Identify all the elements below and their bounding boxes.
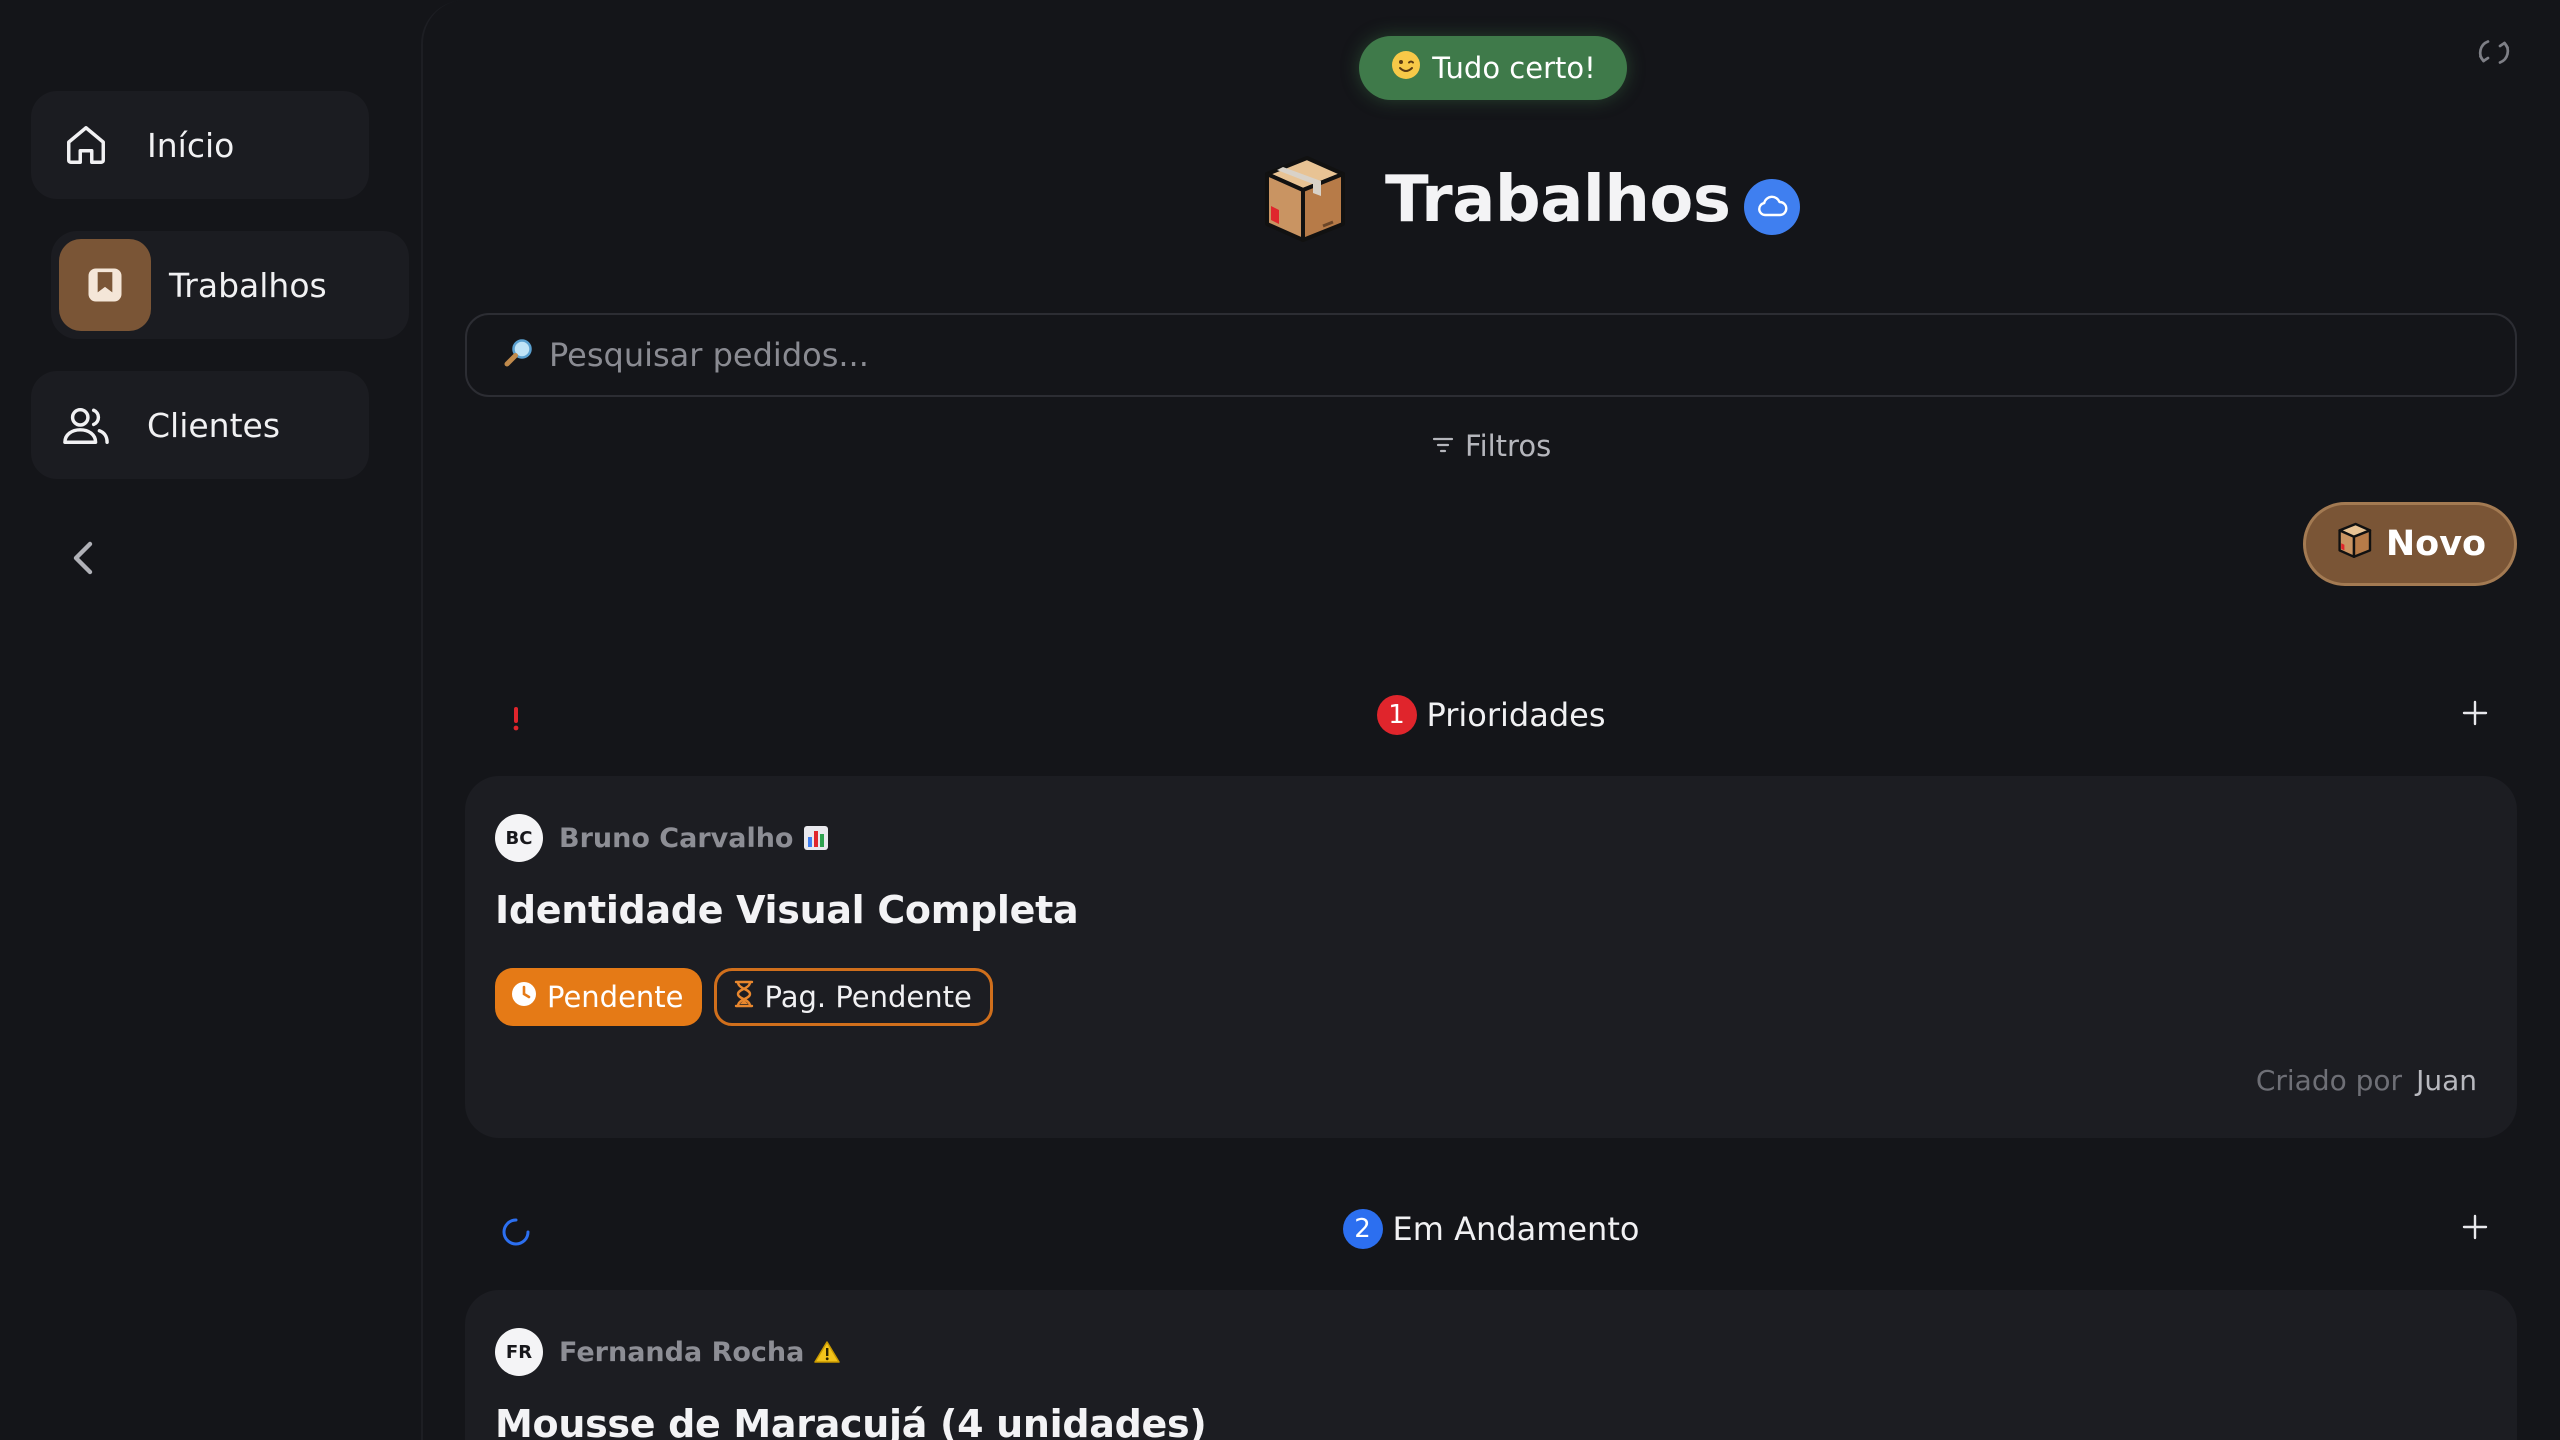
status-badge: Tudo certo! bbox=[1359, 36, 1627, 100]
payment-chip: Pag. Pendente bbox=[713, 968, 993, 1026]
job-card[interactable]: BC Bruno Carvalho Identidade Visual Comp… bbox=[465, 776, 2517, 1138]
status-chip-pending: Pendente bbox=[495, 968, 702, 1026]
avatar: BC bbox=[495, 814, 543, 862]
collapse-sidebar-button[interactable] bbox=[64, 540, 104, 580]
status-chip-label: Pendente bbox=[547, 980, 684, 1014]
page-title: Trabalhos bbox=[1385, 163, 1731, 237]
status-text: Tudo certo! bbox=[1432, 51, 1596, 85]
refresh-icon bbox=[2476, 34, 2512, 74]
hourglass-icon bbox=[733, 980, 755, 1015]
bookmark-box-icon bbox=[59, 239, 151, 331]
search-bar[interactable] bbox=[465, 313, 2517, 397]
creator-name: Juan bbox=[2416, 1064, 2477, 1097]
section-title: Prioridades bbox=[1426, 696, 1606, 734]
add-button[interactable] bbox=[2455, 1207, 2495, 1247]
section-title: Em Andamento bbox=[1392, 1210, 1640, 1248]
sidebar-item-inicio[interactable]: Início bbox=[31, 91, 369, 199]
sidebar-item-trabalhos[interactable]: Trabalhos bbox=[51, 231, 409, 339]
new-button-label: Novo bbox=[2385, 524, 2487, 564]
cloud-icon bbox=[1744, 179, 1801, 235]
created-by: Criado por Juan bbox=[2256, 1064, 2477, 1097]
card-owner: BC Bruno Carvalho bbox=[495, 814, 829, 862]
package-box-icon bbox=[1253, 148, 1353, 252]
client-name: Bruno Carvalho bbox=[559, 822, 794, 854]
filters-label: Filtros bbox=[1465, 429, 1552, 463]
new-job-button[interactable]: Novo bbox=[2303, 502, 2517, 586]
section-header-em-andamento: 2 Em Andamento bbox=[465, 1201, 2517, 1261]
page-header: Trabalhos bbox=[1253, 148, 1801, 252]
sidebar-item-label: Início bbox=[147, 125, 235, 165]
filter-icon bbox=[1431, 429, 1455, 463]
payment-chip-label: Pag. Pendente bbox=[764, 980, 972, 1014]
chevron-left-icon bbox=[70, 540, 98, 580]
refresh-button[interactable] bbox=[2472, 32, 2516, 76]
app-root: Início Trabalhos Clientes Tudo certo! Tr… bbox=[0, 0, 2560, 1440]
package-box-icon bbox=[2334, 520, 2374, 569]
count-badge: 2 bbox=[1342, 1209, 1383, 1249]
sidebar-item-clientes[interactable]: Clientes bbox=[31, 371, 369, 479]
home-icon bbox=[60, 119, 112, 171]
client-name: Fernanda Rocha bbox=[559, 1336, 805, 1368]
job-title: Mousse de Maracujá (4 unidades) bbox=[495, 1402, 1207, 1440]
card-owner: FR Fernanda Rocha bbox=[495, 1328, 841, 1376]
sidebar: Início Trabalhos Clientes bbox=[0, 0, 420, 1440]
add-button[interactable] bbox=[2455, 693, 2495, 733]
users-icon bbox=[60, 399, 112, 451]
status-chips: Pendente Pag. Pendente bbox=[495, 968, 993, 1026]
smiling-face-icon bbox=[1390, 49, 1422, 88]
job-card[interactable]: FR Fernanda Rocha Mousse de Maracujá (4 … bbox=[465, 1290, 2517, 1440]
bar-chart-icon bbox=[803, 825, 829, 851]
avatar: FR bbox=[495, 1328, 543, 1376]
sidebar-item-label: Clientes bbox=[147, 405, 281, 445]
filters-button[interactable]: Filtros bbox=[1431, 424, 1551, 468]
clock-icon bbox=[511, 980, 537, 1014]
created-by-label: Criado por bbox=[2255, 1064, 2403, 1097]
search-input[interactable] bbox=[549, 315, 2515, 395]
sidebar-item-label: Trabalhos bbox=[169, 265, 327, 305]
job-title: Identidade Visual Completa bbox=[495, 888, 1079, 932]
section-header-prioridades: 1 Prioridades bbox=[465, 687, 2517, 747]
count-badge: 1 bbox=[1376, 695, 1417, 735]
warning-icon bbox=[814, 1339, 841, 1365]
magnifying-glass-icon bbox=[503, 337, 535, 373]
main-panel: Tudo certo! Trabalhos Pesquisar pedidos.… bbox=[421, 0, 2560, 1440]
